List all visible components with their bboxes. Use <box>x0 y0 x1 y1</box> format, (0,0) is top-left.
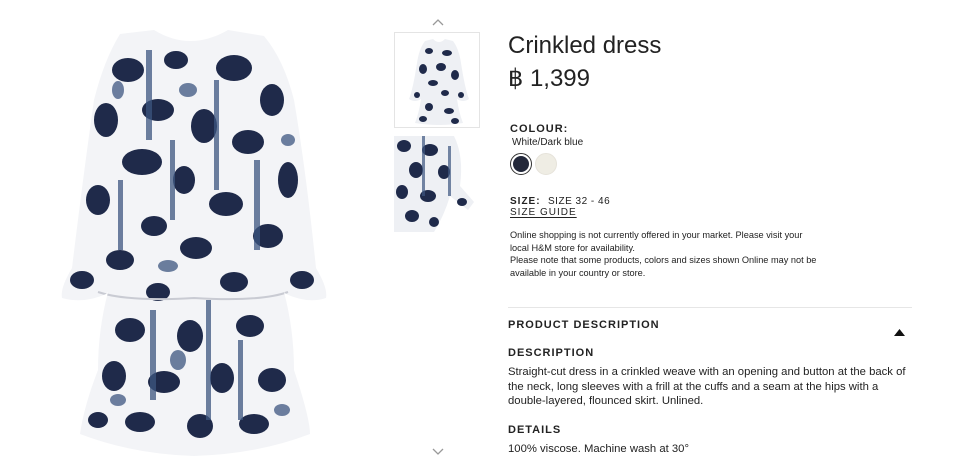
thumbnail-detail[interactable] <box>394 136 480 232</box>
chevron-down-icon[interactable] <box>432 448 444 458</box>
section-divider <box>508 307 912 308</box>
caret-up-icon <box>894 323 905 341</box>
thumbnail-strip <box>394 14 482 467</box>
size-label: SIZE: <box>510 196 541 207</box>
details-text: 100% viscose. Machine wash at 30° <box>508 443 689 455</box>
swatch-white[interactable] <box>535 153 557 175</box>
product-description-heading: PRODUCT DESCRIPTION <box>508 319 660 331</box>
notice-line: Online shopping is not currently offered… <box>510 230 803 240</box>
notice-line: local H&M store for availability. <box>510 242 635 253</box>
availability-notice: Online shopping is not currently offered… <box>510 229 856 279</box>
colour-selected-value: White/Dark blue <box>512 137 584 148</box>
product-price: ฿ 1,399 <box>508 65 590 92</box>
main-product-image[interactable] <box>58 30 330 458</box>
chevron-up-icon[interactable] <box>432 18 444 28</box>
size-guide-link[interactable]: SIZE GUIDE <box>510 207 577 218</box>
product-title: Crinkled dress <box>508 32 662 59</box>
details-label: DETAILS <box>508 424 562 436</box>
dress-image <box>61 30 327 456</box>
description-text: Straight-cut dress in a crinkled weave w… <box>508 366 906 407</box>
product-description-accordion[interactable]: PRODUCT DESCRIPTION <box>508 318 912 336</box>
size-value: SIZE 32 - 46 <box>548 196 611 207</box>
swatch-dark-blue[interactable] <box>510 153 532 175</box>
thumbnail-fabric-image <box>394 136 480 232</box>
colour-label: COLOUR: <box>510 123 569 135</box>
notice-line: available in your country or store. <box>510 267 646 278</box>
thumbnail-dress-image <box>395 33 479 127</box>
thumbnail-front[interactable] <box>394 32 480 128</box>
description-label: DESCRIPTION <box>508 347 595 359</box>
notice-line: Please note that some products, colors a… <box>510 255 817 265</box>
